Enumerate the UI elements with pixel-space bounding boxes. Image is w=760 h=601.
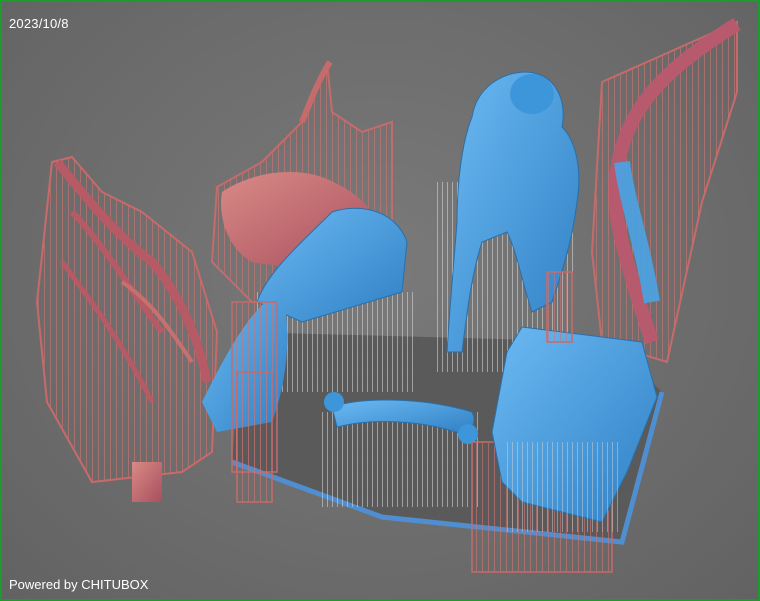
print-scene[interactable] <box>2 2 758 599</box>
red-horn-model[interactable] <box>590 18 741 364</box>
red-wing-model[interactable] <box>35 155 219 484</box>
blue-curve-model[interactable] <box>322 392 482 507</box>
powered-by-label: Powered by CHITUBOX <box>9 577 149 592</box>
chitubox-3d-viewport[interactable]: 2023/10/8 Powered by CHITUBOX <box>0 0 760 601</box>
date-label: 2023/10/8 <box>9 16 69 31</box>
